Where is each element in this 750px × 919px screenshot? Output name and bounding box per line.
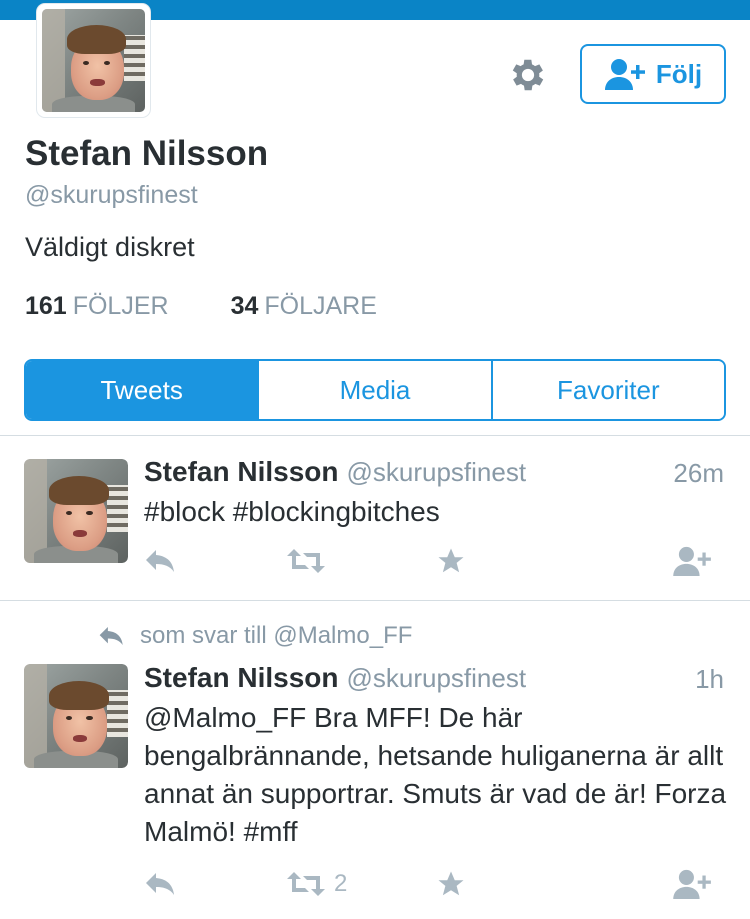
followers-stat[interactable]: 34 FÖLJARE xyxy=(231,292,377,321)
profile-photo xyxy=(42,9,145,112)
follow-button[interactable]: Följ xyxy=(580,44,726,104)
divider xyxy=(0,435,750,436)
follow-user-button[interactable] xyxy=(672,866,714,902)
retweet-icon xyxy=(287,549,325,573)
tweet-author[interactable]: Stefan Nilsson @skurupsfinest xyxy=(144,456,526,488)
tweet-actions: 2 xyxy=(144,866,724,902)
reply-context[interactable]: som svar till @Malmo_FF xyxy=(98,622,412,650)
tweet-author-handle: @skurupsfinest xyxy=(346,663,527,693)
profile-bio: Väldigt diskret xyxy=(25,232,195,262)
retweet-button[interactable]: 2 xyxy=(286,866,347,902)
favorite-button[interactable] xyxy=(436,543,466,579)
add-user-icon xyxy=(673,869,711,900)
divider xyxy=(0,600,750,601)
gear-icon[interactable] xyxy=(507,54,549,96)
profile-name: Stefan Nilsson xyxy=(25,134,269,173)
tweet-author-handle: @skurupsfinest xyxy=(346,457,527,487)
tweet-avatar[interactable] xyxy=(24,459,128,563)
following-stat[interactable]: 161 FÖLJER xyxy=(25,292,169,321)
star-icon xyxy=(438,548,464,573)
tweet-text: @Malmo_FF Bra MFF! De här bengalbrännand… xyxy=(144,702,727,847)
profile-handle: @skurupsfinest xyxy=(25,181,198,209)
reply-context-text: som svar till @Malmo_FF xyxy=(140,622,413,649)
star-icon xyxy=(438,871,464,896)
reply-icon xyxy=(146,873,174,895)
add-user-icon xyxy=(604,59,645,90)
profile-stats: 161 FÖLJER 34 FÖLJARE xyxy=(25,292,377,321)
favorite-button[interactable] xyxy=(436,866,466,902)
tab-tweets[interactable]: Tweets xyxy=(26,361,258,419)
followers-count: 34 xyxy=(230,292,259,320)
following-count: 161 xyxy=(25,292,67,320)
reply-icon xyxy=(146,550,174,572)
retweet-button[interactable] xyxy=(286,543,334,579)
reply-button[interactable] xyxy=(144,543,178,579)
retweet-count: 2 xyxy=(334,870,348,897)
tweet-author-name: Stefan Nilsson xyxy=(144,662,339,693)
tweet-author-name: Stefan Nilsson xyxy=(144,456,339,487)
following-label: FÖLJER xyxy=(72,292,169,320)
tweet-time: 26m xyxy=(673,458,724,488)
follow-button-label: Följ xyxy=(655,58,703,89)
tab-media[interactable]: Media xyxy=(257,361,491,419)
tab-favoriter[interactable]: Favoriter xyxy=(490,361,724,419)
follow-user-button[interactable] xyxy=(672,543,714,579)
tweet-author[interactable]: Stefan Nilsson @skurupsfinest xyxy=(144,662,526,694)
retweet-icon xyxy=(287,872,325,896)
profile-avatar[interactable] xyxy=(37,4,150,117)
reply-button[interactable] xyxy=(144,866,178,902)
reply-icon xyxy=(99,626,123,646)
add-user-icon xyxy=(673,546,711,577)
tweet-time: 1h xyxy=(695,664,724,694)
tweet-actions xyxy=(144,543,724,579)
profile-tabs: Tweets Media Favoriter xyxy=(24,359,726,421)
tweet-text: #block #blockingbitches xyxy=(144,496,440,527)
tweet-avatar[interactable] xyxy=(24,664,128,768)
followers-label: FÖLJARE xyxy=(264,292,377,320)
